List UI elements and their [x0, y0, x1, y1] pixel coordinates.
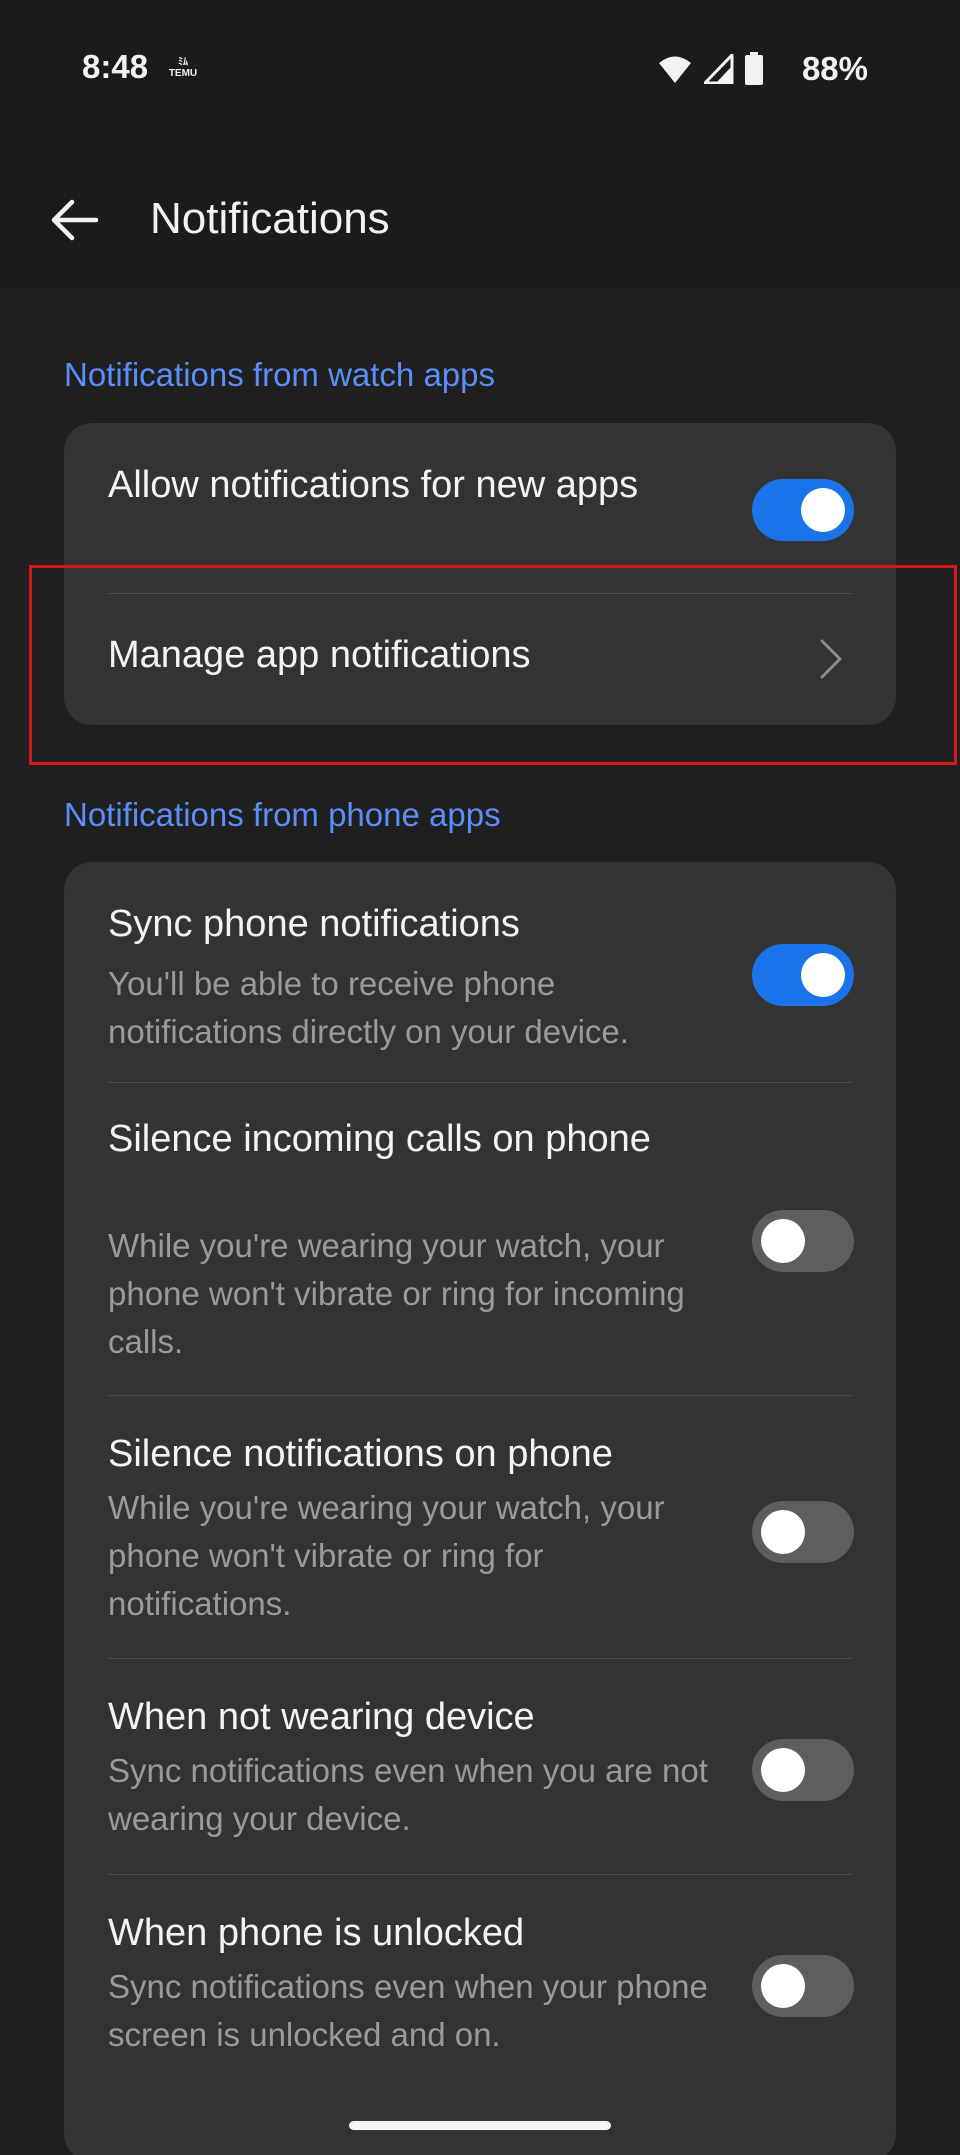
highlight-rectangle	[29, 565, 957, 765]
app-bar: Notifications	[0, 140, 960, 288]
gesture-navigation-handle[interactable]	[349, 2121, 611, 2130]
silence-notifications-description: While you're wearing your watch, your ph…	[108, 1489, 665, 1622]
allow-new-apps-toggle[interactable]	[752, 479, 854, 541]
battery-percentage: 88%	[801, 50, 868, 87]
allow-new-apps-title: Allow notifications for new apps	[108, 464, 639, 506]
toggle-knob	[801, 953, 845, 997]
toggle-knob	[761, 1748, 805, 1792]
when-not-wearing-title: When not wearing device	[108, 1696, 535, 1738]
when-phone-unlocked-toggle[interactable]	[752, 1955, 854, 2017]
status-time: 8:48	[82, 48, 149, 85]
when-not-wearing-toggle[interactable]	[752, 1739, 854, 1801]
battery-icon	[745, 52, 763, 85]
section-header-watch-apps: Notifications from watch apps	[64, 356, 496, 393]
silence-incoming-calls-title: Silence incoming calls on phone	[108, 1118, 651, 1160]
silence-notifications-row[interactable]: Silence notifications on phone While you…	[64, 1396, 896, 1658]
arrow-left-icon[interactable]	[48, 198, 100, 242]
temu-icon-label: TEMU	[168, 68, 198, 79]
when-not-wearing-description: Sync notifications even when you are not…	[108, 1752, 708, 1837]
sync-phone-notifications-toggle[interactable]	[752, 944, 854, 1006]
when-phone-unlocked-title: When phone is unlocked	[108, 1912, 525, 1954]
wifi-icon	[659, 56, 691, 83]
when-phone-unlocked-description: Sync notifications even when your phone …	[108, 1968, 708, 2053]
silence-incoming-calls-toggle[interactable]	[752, 1210, 854, 1272]
sync-phone-notifications-description: You'll be able to receive phone notifica…	[108, 965, 629, 1050]
section-header-phone-apps: Notifications from phone apps	[64, 796, 501, 833]
toggle-knob	[761, 1219, 805, 1263]
sync-phone-notifications-title: Sync phone notifications	[108, 903, 520, 945]
silence-notifications-title: Silence notifications on phone	[108, 1433, 613, 1475]
toggle-knob	[761, 1510, 805, 1554]
silence-incoming-calls-row[interactable]: Silence incoming calls on phone While yo…	[64, 1083, 896, 1395]
phone-apps-card: Sync phone notifications You'll be able …	[64, 862, 896, 2155]
page-title: Notifications	[150, 194, 390, 243]
when-not-wearing-row[interactable]: When not wearing device Sync notificatio…	[64, 1659, 896, 1874]
toggle-knob	[801, 488, 845, 532]
signal-icon	[704, 54, 734, 84]
temu-icon-glyph: ﾐﾑ	[178, 57, 188, 68]
sync-phone-notifications-row[interactable]: Sync phone notifications You'll be able …	[64, 862, 896, 1082]
silence-notifications-toggle[interactable]	[752, 1501, 854, 1563]
status-bar: 8:48 ﾐﾑ TEMU 88%	[0, 0, 960, 140]
when-phone-unlocked-row[interactable]: When phone is unlocked Sync notification…	[64, 1875, 896, 2135]
toggle-knob	[761, 1964, 805, 2008]
silence-incoming-calls-description: While you're wearing your watch, your ph…	[108, 1227, 685, 1360]
temu-notification-icon: ﾐﾑ TEMU	[163, 57, 203, 79]
